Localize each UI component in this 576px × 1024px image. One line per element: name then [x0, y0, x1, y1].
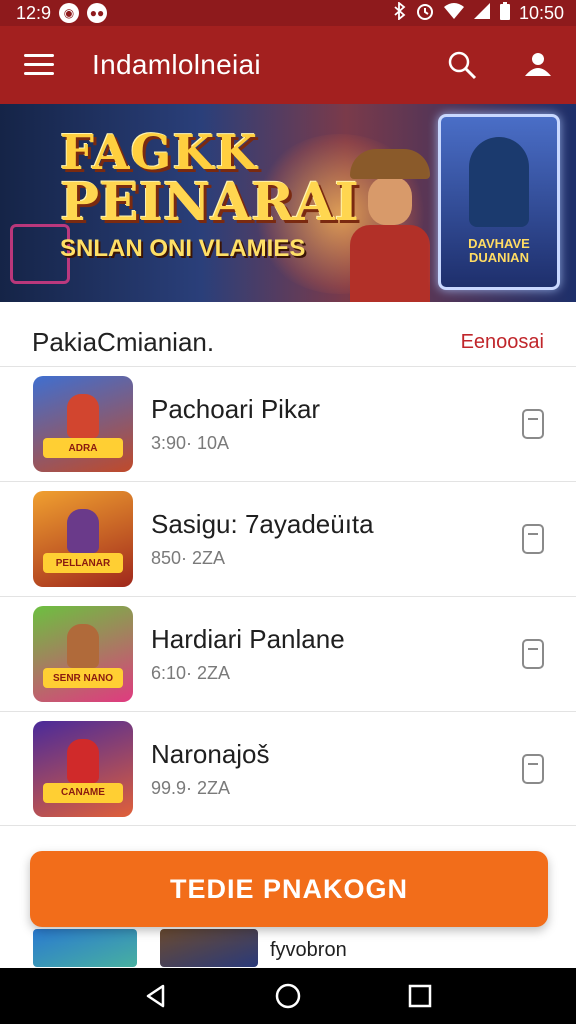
- banner-title-line2: PEINARAI: [60, 172, 359, 233]
- search-icon: [448, 51, 477, 80]
- list-item[interactable]: PELLANAR Sasigu: 7ayadeüıta 850· 2ZA: [0, 481, 576, 596]
- status-time-right: 10:50: [518, 2, 564, 23]
- save-icon[interactable]: [522, 639, 544, 669]
- banner-title: FAGKK PEINARAI SNLAN ONI VLAMIES: [60, 125, 359, 263]
- list-item[interactable]: CANAME Naronajoš 99.9· 2ZA: [0, 711, 576, 826]
- bluetooth-icon: [393, 0, 407, 25]
- game-name: Sasigu: 7ayadeüıta: [151, 509, 374, 539]
- search-button[interactable]: [424, 26, 500, 104]
- cta-button[interactable]: TEDIE PNAKOGN: [30, 851, 548, 927]
- game-meta: 3:90· 10A: [151, 433, 230, 453]
- game-name: Hardiari Panlane: [151, 624, 345, 654]
- list-item[interactable]: SENR NANO Hardiari Panlane 6:10· 2ZA: [0, 596, 576, 711]
- wifi-icon: [443, 2, 465, 25]
- game-thumbnail: [160, 929, 258, 967]
- app-title: Indamlolneiai: [92, 49, 261, 80]
- game-thumbnail: ADRA: [33, 376, 133, 472]
- section-title: PakiaCmianian.: [32, 326, 215, 357]
- battery-icon: [499, 1, 511, 26]
- banner-hero-character: [340, 139, 440, 302]
- section-header: PakiaCmianian. Eenoosai: [0, 318, 576, 366]
- menu-button[interactable]: [0, 26, 78, 104]
- game-thumbnail: SENR NANO: [33, 606, 133, 702]
- game-meta: 99.9· 2ZA: [151, 777, 231, 798]
- menu-icon: [24, 54, 54, 76]
- recents-icon: [408, 984, 432, 1008]
- app-bar: Indamlolneiai: [0, 26, 576, 104]
- alarm-icon: [415, 1, 435, 26]
- back-icon: [146, 984, 165, 1008]
- notification-icon: ◉: [59, 3, 80, 23]
- game-meta: 6:10· 2ZA: [151, 663, 231, 683]
- list-item-partial[interactable]: fyvobron: [0, 927, 576, 967]
- notification-icon-2: ●●: [87, 3, 108, 23]
- game-text: Sasigu: 7ayadeüıta 850· 2ZA: [151, 509, 522, 569]
- banner-card-label: DAVHAVE DUANIAN: [468, 236, 530, 265]
- save-icon[interactable]: [522, 524, 544, 554]
- status-left: 12:9 ◉ ●●: [16, 2, 108, 24]
- account-icon: [525, 53, 551, 76]
- game-name: Pachoari Pikar: [151, 394, 321, 424]
- banner-title-line1: FAGKK: [60, 125, 258, 181]
- save-icon[interactable]: [522, 753, 544, 784]
- game-name: fyvobron: [270, 939, 347, 961]
- home-button[interactable]: [268, 976, 308, 1016]
- banner-character-card: DAVHAVE DUANIAN: [438, 114, 560, 290]
- game-thumbnail: CANAME: [33, 720, 133, 817]
- save-icon[interactable]: [522, 409, 544, 439]
- game-text: Pachoari Pikar 3:90· 10A: [151, 394, 522, 454]
- game-text: Naronajoš 99.9· 2ZA: [151, 739, 522, 799]
- status-time-left: 12:9: [16, 2, 52, 23]
- home-icon: [275, 983, 301, 1009]
- back-button[interactable]: [136, 976, 176, 1016]
- game-thumbnail: PELLANAR: [33, 491, 133, 587]
- account-button[interactable]: [500, 26, 576, 104]
- recents-button[interactable]: [400, 976, 440, 1016]
- signal-icon: [473, 2, 491, 25]
- screen: 12:9 ◉ ●● 10:50 Indamlolneiai FAGKK PEIN…: [0, 0, 576, 1024]
- banner-subtitle: SNLAN ONI VLAMIES: [60, 235, 306, 262]
- status-right: 10:50: [393, 0, 564, 26]
- game-thumbnail: [33, 929, 137, 967]
- list-item[interactable]: ADRA Pachoari Pikar 3:90· 10A: [0, 366, 576, 481]
- game-list: ADRA Pachoari Pikar 3:90· 10A PELLANAR S…: [0, 366, 576, 826]
- game-meta: 850· 2ZA: [151, 548, 226, 568]
- section-link[interactable]: Eenoosai: [461, 331, 544, 354]
- game-text: Hardiari Panlane 6:10· 2ZA: [151, 624, 522, 684]
- status-bar: 12:9 ◉ ●● 10:50: [0, 0, 576, 26]
- system-nav-bar: [0, 968, 576, 1024]
- game-name: Naronajoš: [151, 738, 270, 769]
- promo-banner[interactable]: FAGKK PEINARAI SNLAN ONI VLAMIES DAVHAVE…: [0, 104, 576, 302]
